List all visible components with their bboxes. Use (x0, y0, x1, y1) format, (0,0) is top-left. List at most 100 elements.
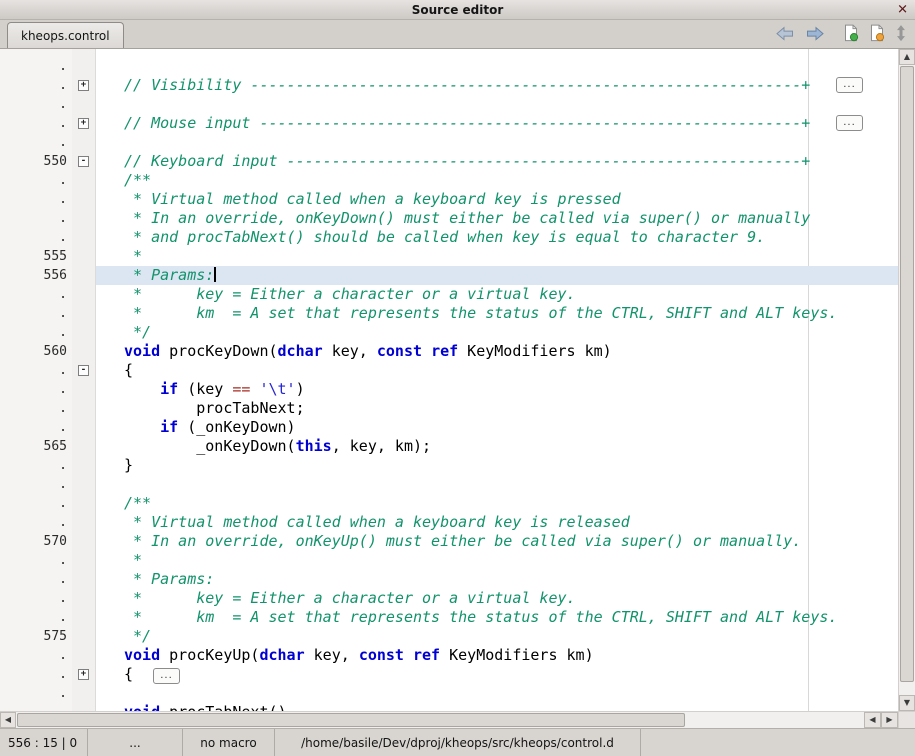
code-line: . * key = Either a character or a virtua… (0, 285, 898, 304)
code-token: /** (124, 171, 151, 189)
line-number: 556 (0, 266, 72, 285)
code-text[interactable] (96, 95, 898, 114)
code-text[interactable]: void procKeyUp(dchar key, const ref KeyM… (96, 646, 898, 665)
scroll-left-icon[interactable]: ◀ (864, 712, 881, 728)
code-token: { (124, 665, 133, 683)
line-number: . (0, 323, 72, 342)
code-line: 575 */ (0, 627, 898, 646)
code-token: ) (296, 380, 305, 398)
code-text[interactable]: * In an override, onKeyUp() must either … (96, 532, 898, 551)
code-text[interactable]: { (96, 361, 898, 380)
detach-button[interactable] (895, 25, 907, 41)
code-text[interactable]: * Virtual method called when a keyboard … (96, 190, 898, 209)
status-panel-2: ... (88, 729, 183, 756)
tab-kheops-control[interactable]: kheops.control (7, 22, 124, 48)
code-text[interactable]: void procTabNext() (96, 703, 898, 711)
code-token: } (124, 456, 133, 474)
code-token: == (232, 380, 250, 398)
fold-cell (72, 133, 96, 152)
scroll-up-icon[interactable]: ▲ (899, 49, 915, 65)
line-number: . (0, 133, 72, 152)
fold-cell (72, 380, 96, 399)
fold-cell (72, 532, 96, 551)
code-text[interactable]: } (96, 456, 898, 475)
code-token: // Visibility --------------------------… (124, 76, 810, 94)
scroll-right-icon[interactable]: ▶ (881, 712, 898, 728)
line-number: 575 (0, 627, 72, 646)
code-text[interactable]: // Visibility --------------------------… (96, 76, 898, 95)
go-forward-button[interactable] (805, 26, 825, 41)
document-state-button-2[interactable] (869, 24, 885, 42)
scroll-left-icon[interactable]: ◀ (0, 712, 16, 728)
detach-icon (895, 25, 907, 41)
code-text[interactable]: if (_onKeyDown) (96, 418, 898, 437)
fold-cell (72, 342, 96, 361)
fold-cell (72, 304, 96, 323)
line-number: . (0, 684, 72, 703)
horizontal-scroll-buttons: ◀ ▶ (864, 712, 898, 728)
go-back-icon (775, 26, 795, 41)
code-text[interactable]: * and procTabNext() should be called whe… (96, 228, 898, 247)
code-token: ref (431, 342, 458, 360)
code-token: // Mouse input -------------------------… (124, 114, 810, 132)
fold-toggle-icon[interactable]: - (78, 156, 89, 167)
code-token: */ (124, 627, 151, 645)
code-text[interactable]: * key = Either a character or a virtual … (96, 285, 898, 304)
horizontal-scrollbar-thumb[interactable] (17, 713, 685, 727)
code-text[interactable]: * km = A set that represents the status … (96, 608, 898, 627)
fold-cell (72, 684, 96, 703)
document-state-button-1[interactable] (843, 24, 859, 42)
code-text[interactable]: // Mouse input -------------------------… (96, 114, 898, 133)
fold-cell (72, 513, 96, 532)
code-text[interactable]: /** (96, 171, 898, 190)
code-text[interactable] (96, 57, 898, 76)
vertical-scrollbar-thumb[interactable] (900, 66, 914, 682)
code-text[interactable]: * Virtual method called when a keyboard … (96, 513, 898, 532)
code-text[interactable]: {... (96, 665, 898, 684)
code-token: procKeyDown( (160, 342, 277, 360)
code-text[interactable] (96, 475, 898, 494)
horizontal-scrollbar[interactable]: ◀ ◀ ▶ (0, 711, 898, 728)
code-line: . * (0, 551, 898, 570)
code-text[interactable]: * (96, 551, 898, 570)
code-text[interactable]: */ (96, 627, 898, 646)
code-line: .+{... (0, 665, 898, 684)
line-number: . (0, 570, 72, 589)
caret-position-status: 556 : 15 | 0 (0, 729, 88, 756)
fold-ellipsis-button[interactable]: ... (836, 77, 863, 93)
code-text[interactable]: procTabNext; (96, 399, 898, 418)
fold-cell (72, 418, 96, 437)
code-text[interactable]: * (96, 247, 898, 266)
editor-area[interactable]: .. + // Visibility -----------------------… (0, 49, 898, 711)
code-text[interactable]: // Keyboard input ----------------------… (96, 152, 898, 171)
code-text[interactable]: /** (96, 494, 898, 513)
code-text[interactable]: * Params: (96, 266, 898, 285)
go-back-button[interactable] (775, 26, 795, 41)
code-text[interactable]: * km = A set that represents the status … (96, 304, 898, 323)
fold-ellipsis-button[interactable]: ... (153, 668, 180, 684)
line-number: . (0, 114, 72, 133)
macro-status: no macro (183, 729, 275, 756)
code-line: 550-// Keyboard input ------------------… (0, 152, 898, 171)
code-text[interactable] (96, 133, 898, 152)
code-text[interactable]: void procKeyDown(dchar key, const ref Ke… (96, 342, 898, 361)
code-text[interactable] (96, 684, 898, 703)
fold-toggle-icon[interactable]: + (78, 118, 89, 129)
code-text[interactable]: _onKeyDown(this, key, km); (96, 437, 898, 456)
line-number: . (0, 361, 72, 380)
fold-cell (72, 456, 96, 475)
code-text[interactable]: */ (96, 323, 898, 342)
vertical-scrollbar[interactable]: ▲ ▼ (898, 49, 915, 711)
fold-ellipsis-button[interactable]: ... (836, 115, 863, 131)
scroll-down-icon[interactable]: ▼ (899, 695, 915, 711)
fold-toggle-icon[interactable]: + (78, 80, 89, 91)
code-text[interactable]: * Params: (96, 570, 898, 589)
code-text[interactable]: if (key == '\t') (96, 380, 898, 399)
fold-toggle-icon[interactable]: - (78, 365, 89, 376)
code-text[interactable]: * In an override, onKeyDown() must eithe… (96, 209, 898, 228)
close-icon[interactable]: ✕ (897, 3, 908, 16)
fold-toggle-icon[interactable]: + (78, 669, 89, 680)
code-line: . * km = A set that represents the statu… (0, 304, 898, 323)
code-text[interactable]: * key = Either a character or a virtual … (96, 589, 898, 608)
fold-cell: - (72, 361, 96, 380)
